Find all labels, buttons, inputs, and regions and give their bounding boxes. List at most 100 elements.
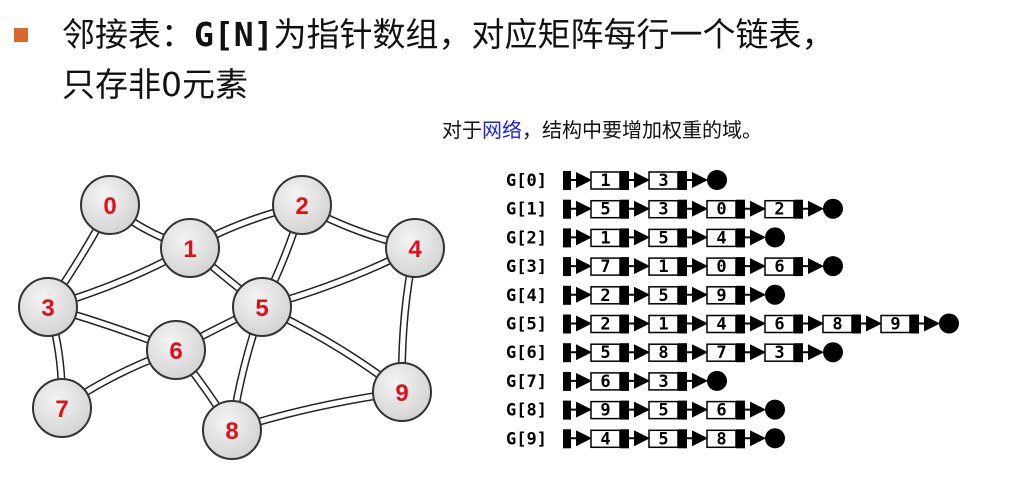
list-node: 5 <box>648 228 687 248</box>
list-node: 5 <box>590 199 629 220</box>
node-value: 6 <box>774 257 784 277</box>
node-value: 3 <box>658 372 668 392</box>
list-node: 2 <box>590 285 629 306</box>
node-value: 6 <box>774 315 784 335</box>
node-value: 1 <box>658 257 668 277</box>
list-node: 9 <box>706 285 745 306</box>
head-pointer <box>563 199 571 219</box>
node-value: 0 <box>716 257 726 277</box>
list-node: 8 <box>648 343 687 363</box>
list-node: 2 <box>590 314 629 335</box>
list-node: 0 <box>706 199 745 220</box>
list-node: 4 <box>706 228 745 248</box>
node-value: 1 <box>600 228 610 248</box>
node-value: 8 <box>716 429 726 449</box>
node-value: 4 <box>716 315 726 335</box>
node-value: 8 <box>832 315 842 335</box>
head-pointer <box>563 228 571 248</box>
adj-row-0: G[0] 1 3 <box>506 170 727 191</box>
node-value: 7 <box>716 343 726 363</box>
list-node: 7 <box>706 343 745 363</box>
node-value: 5 <box>600 200 610 220</box>
list-node: 2 <box>764 199 803 220</box>
node-value: 2 <box>774 200 784 220</box>
node-value: 7 <box>600 257 610 277</box>
node-value: 9 <box>716 286 726 306</box>
null-terminator <box>765 284 785 305</box>
list-node: 6 <box>590 371 629 392</box>
node-value: 5 <box>658 286 668 306</box>
list-node: 9 <box>590 400 629 421</box>
row-label: G[5] <box>506 315 547 335</box>
node-value: 8 <box>658 343 668 363</box>
node-value: 1 <box>600 171 610 191</box>
row-label: G[1] <box>506 200 547 220</box>
list-node: 3 <box>648 199 687 220</box>
list-node: 4 <box>590 429 629 449</box>
adj-row-4: G[4] 2 5 9 <box>506 284 785 306</box>
node-value: 4 <box>600 429 610 449</box>
node-value: 9 <box>600 401 610 421</box>
null-terminator <box>939 313 959 334</box>
node-value: 5 <box>600 343 610 363</box>
list-node: 1 <box>590 171 629 191</box>
list-node: 5 <box>648 429 687 449</box>
null-terminator <box>707 370 727 391</box>
head-pointer <box>563 429 571 449</box>
list-node: 5 <box>590 343 629 363</box>
head-pointer <box>563 171 571 190</box>
adj-row-8: G[8] 9 5 6 <box>506 399 785 421</box>
row-label: G[9] <box>506 429 547 449</box>
list-node: 1 <box>590 228 629 248</box>
list-node: 3 <box>648 371 687 392</box>
row-label: G[2] <box>506 228 547 248</box>
list-node: 3 <box>764 343 803 363</box>
adj-row-7: G[7] 6 3 <box>506 370 727 392</box>
node-value: 6 <box>716 401 726 421</box>
list-node: 1 <box>648 257 687 277</box>
row-label: G[0] <box>506 171 547 191</box>
adjacency-list-diagram: G[0] 1 3G[1] 5 3 0 2G[2] 1 5 4G[3] 7 1 0 6G[4] 2 5 9G[5]… <box>506 170 959 449</box>
node-value: 5 <box>658 401 668 421</box>
list-node: 8 <box>706 429 745 449</box>
node-value: 2 <box>600 315 610 335</box>
list-node: 3 <box>648 171 687 191</box>
null-terminator <box>707 170 727 190</box>
head-pointer <box>563 371 571 391</box>
node-value: 5 <box>658 228 668 248</box>
list-node: 6 <box>764 314 803 335</box>
adj-row-2: G[2] 1 5 4 <box>506 227 785 248</box>
node-value: 0 <box>716 200 726 220</box>
null-terminator <box>823 256 843 277</box>
list-node: 6 <box>764 257 803 277</box>
head-pointer <box>563 343 571 363</box>
list-node: 7 <box>590 257 629 277</box>
node-value: 4 <box>716 228 726 248</box>
node-value: 3 <box>658 171 668 191</box>
node-value: 3 <box>658 200 668 220</box>
node-value: 9 <box>890 315 900 335</box>
node-value: 1 <box>658 315 668 335</box>
list-node: 5 <box>648 400 687 421</box>
adj-row-9: G[9] 4 5 8 <box>506 428 785 449</box>
adj-row-5: G[5] 2 1 4 6 8 9 <box>506 313 959 335</box>
null-terminator <box>765 428 785 449</box>
node-value: 3 <box>774 343 784 363</box>
list-node: 6 <box>706 400 745 421</box>
list-node: 0 <box>706 257 745 277</box>
adj-row-3: G[3] 7 1 0 6 <box>506 256 843 277</box>
null-terminator <box>823 198 843 219</box>
list-node: 9 <box>880 314 919 335</box>
row-label: G[3] <box>506 257 547 277</box>
adj-row-6: G[6] 5 8 7 3 <box>506 342 843 363</box>
node-value: 2 <box>600 286 610 306</box>
row-label: G[4] <box>506 286 547 306</box>
row-label: G[6] <box>506 343 547 363</box>
head-pointer <box>563 257 571 277</box>
node-value: 6 <box>600 372 610 392</box>
null-terminator <box>765 227 785 248</box>
head-pointer <box>563 285 571 305</box>
adj-row-1: G[1] 5 3 0 2 <box>506 198 843 220</box>
head-pointer <box>563 400 571 420</box>
list-node: 1 <box>648 314 687 335</box>
